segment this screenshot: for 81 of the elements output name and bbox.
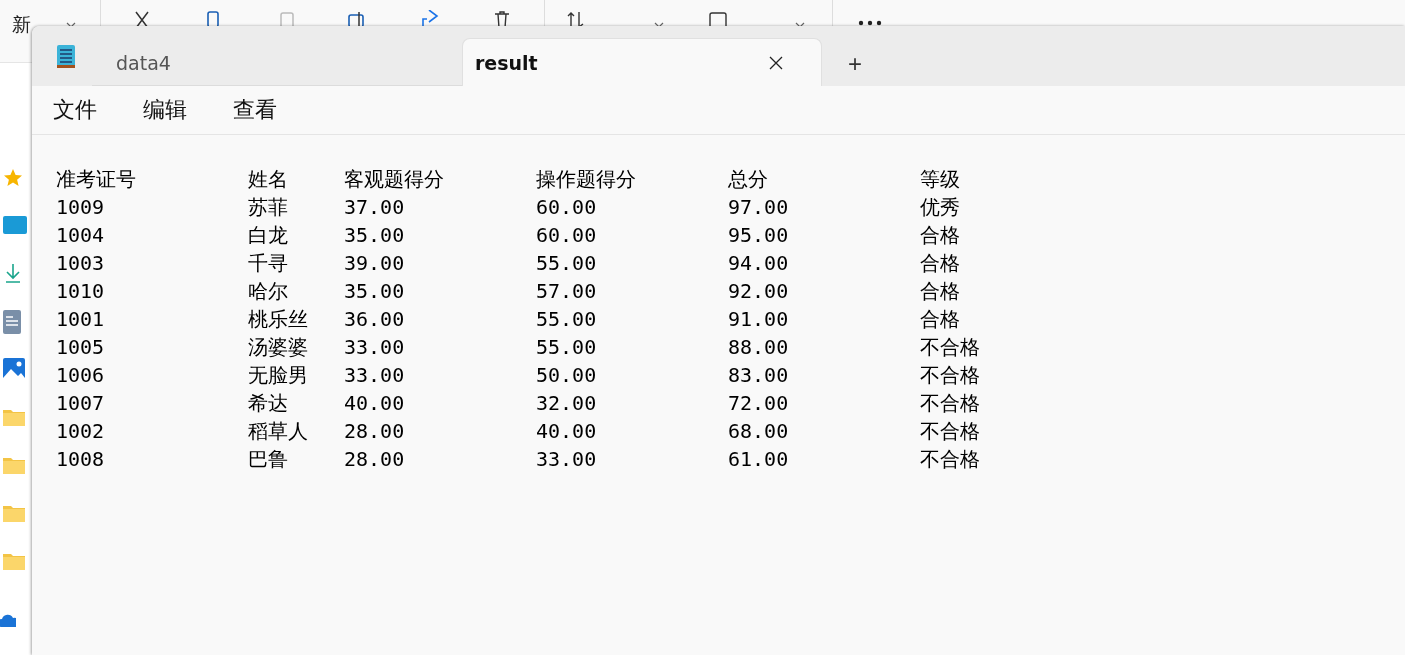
text-cell-text: 72.00	[728, 391, 790, 415]
text-cell-text: 94.00	[728, 251, 790, 275]
text-cell-text: 35.00	[344, 223, 406, 247]
text-cell-text: 35.00	[344, 279, 406, 303]
text-cell-text: 95.00	[728, 223, 790, 247]
text-cell-text: 1007	[56, 391, 106, 415]
text-cell-text: 91.00	[728, 307, 790, 331]
text-cell: 不合格	[920, 361, 980, 389]
tab[interactable]: result	[462, 38, 822, 86]
notepad-icon	[56, 43, 76, 69]
text-cell-text: 39.00	[344, 251, 406, 275]
text-cell-text: 60.00	[536, 223, 598, 247]
picture-icon[interactable]	[3, 358, 25, 380]
text-cell-text: 白龙	[248, 221, 289, 249]
text-cell: 优秀	[920, 193, 960, 221]
text-cell-text: 50.00	[536, 363, 598, 387]
text-cell-text: 姓名	[248, 165, 289, 193]
text-cell-text: 希达	[248, 389, 289, 417]
text-cell-text: 1009	[56, 195, 106, 219]
text-cell-text: 33.00	[536, 447, 598, 471]
text-cell-text: 33.00	[344, 363, 406, 387]
text-cell: 合格	[920, 249, 960, 277]
text-cell: 合格	[920, 305, 960, 333]
star-icon[interactable]	[3, 168, 23, 188]
cloud-icon[interactable]	[0, 613, 16, 627]
text-cell-text: 1010	[56, 279, 106, 303]
text-cell-text: 1005	[56, 335, 106, 359]
text-cell-text: 57.00	[536, 279, 598, 303]
text-cell-text: 40.00	[536, 419, 598, 443]
text-cell-text: 28.00	[344, 419, 406, 443]
menu-item[interactable]: 查看	[222, 95, 288, 125]
text-cell-text: 40.00	[344, 391, 406, 415]
more-icon[interactable]	[858, 20, 882, 26]
text-cell: 合格	[920, 277, 960, 305]
text-cell-text: 61.00	[728, 447, 790, 471]
text-cell-text: 客观题得分	[344, 165, 445, 193]
text-cell-text: 1003	[56, 251, 106, 275]
text-cell: 合格	[920, 221, 960, 249]
menu-item[interactable]: 文件	[42, 95, 108, 125]
text-cell: 等级	[920, 165, 960, 193]
text-cell-text: 1002	[56, 419, 106, 443]
text-cell-text: 33.00	[344, 335, 406, 359]
text-cell-text: 千寻	[248, 249, 289, 277]
text-cell-text: 60.00	[536, 195, 598, 219]
text-cell-text: 无脸男	[248, 361, 309, 389]
text-cell-text: 苏菲	[248, 193, 289, 221]
text-cell-text: 32.00	[536, 391, 598, 415]
text-cell-text: 1001	[56, 307, 106, 331]
text-cell-text: 55.00	[536, 335, 598, 359]
text-cell-text: 总分	[728, 165, 769, 193]
menu-item[interactable]: 编辑	[132, 95, 198, 125]
text-cell-text: 1004	[56, 223, 106, 247]
download-icon[interactable]	[3, 263, 23, 283]
new-tab-button[interactable]: +	[842, 50, 868, 78]
text-cell-text: 操作题得分	[536, 165, 637, 193]
text-cell-text: 83.00	[728, 363, 790, 387]
text-cell: 不合格	[920, 333, 980, 361]
text-cell-text: 稻草人	[248, 417, 309, 445]
text-cell-text: 1006	[56, 363, 106, 387]
text-cell-text: 55.00	[536, 307, 598, 331]
text-cell-text: 准考证号	[56, 165, 137, 193]
new-button[interactable]: 新	[12, 12, 31, 38]
text-cell-text: 55.00	[536, 251, 598, 275]
text-cell-text: 37.00	[344, 195, 406, 219]
close-icon[interactable]	[769, 55, 783, 70]
document-icon[interactable]	[3, 310, 21, 334]
text-cell: 不合格	[920, 417, 980, 445]
text-cell-text: 92.00	[728, 279, 790, 303]
tab[interactable]: data4	[92, 40, 462, 86]
text-cell: 不合格	[920, 445, 980, 473]
text-cell-text: 桃乐丝	[248, 305, 309, 333]
text-cell-text: 28.00	[344, 447, 406, 471]
text-cell-text: 97.00	[728, 195, 790, 219]
text-cell: 不合格	[920, 389, 980, 417]
text-cell-text: 巴鲁	[248, 445, 289, 473]
text-cell-text: 哈尔	[248, 277, 289, 305]
text-cell-text: 汤婆婆	[248, 333, 309, 361]
text-cell-text: 1008	[56, 447, 106, 471]
text-cell-text: 88.00	[728, 335, 790, 359]
text-cell-text: 36.00	[344, 307, 406, 331]
text-cell-text: 68.00	[728, 419, 790, 443]
